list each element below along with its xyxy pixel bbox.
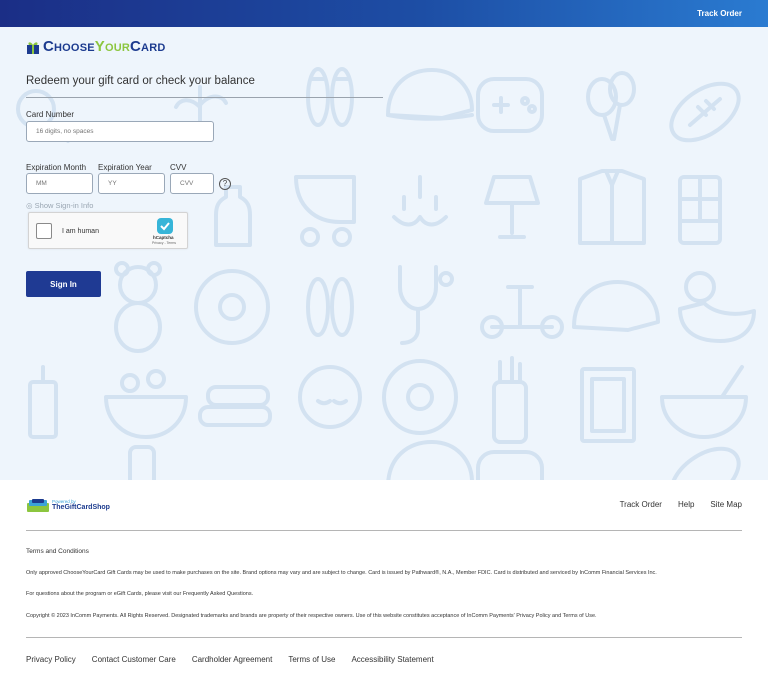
golf-bag-icon	[492, 356, 528, 444]
captcha-label: I am human	[62, 228, 99, 235]
show-signin-info-link[interactable]: ◎ Show Sign-in Info	[26, 201, 93, 210]
stroller-icon	[294, 175, 356, 247]
captcha-widget: I am human hCaptcha Privacy - Terms	[28, 212, 188, 249]
exp-year-field[interactable]	[98, 173, 165, 194]
duck-icon	[678, 271, 756, 343]
frame-icon	[580, 367, 636, 443]
top-bar: Track Order	[0, 0, 768, 27]
shirt-icon	[578, 169, 646, 245]
sign-in-button[interactable]: Sign In	[26, 271, 101, 297]
footer-divider-top	[26, 530, 742, 531]
gamepad-icon	[476, 77, 544, 133]
headline-divider	[26, 97, 383, 98]
show-signin-info-label: Show Sign-in Info	[34, 201, 94, 210]
hero-section: Choose Your Card Redeem your gift card or …	[0, 27, 768, 480]
page-headline: Redeem your gift card or check your bala…	[26, 75, 255, 87]
donut-icon-2	[382, 359, 458, 435]
gift-card-shop-icon	[27, 499, 49, 512]
card-number-label: Card Number	[26, 110, 75, 119]
exp-month-input[interactable]	[36, 180, 92, 187]
captcha-checkbox[interactable]	[36, 223, 52, 239]
chocolate-icon	[678, 175, 722, 245]
spa-face-icon	[298, 365, 362, 429]
track-order-link[interactable]: Track Order	[697, 9, 742, 18]
candle-icon	[28, 365, 58, 439]
footer-divider-bottom	[26, 637, 742, 638]
scooter-icon	[480, 285, 564, 339]
copyright-text: Copyright © 2023 InComm Payments. All Ri…	[26, 613, 597, 619]
footer-help-link[interactable]: Help	[678, 500, 694, 509]
exp-year-label: Expiration Year	[98, 163, 152, 172]
balloons-icon	[586, 71, 636, 141]
exp-year-input[interactable]	[108, 180, 164, 187]
brand-part-card: Card	[130, 38, 166, 55]
football-icon	[669, 81, 741, 143]
card-number-field[interactable]	[26, 121, 214, 142]
cvv-help-icon[interactable]: ?	[219, 178, 231, 190]
footer-bottom-links: Privacy Policy Contact Customer Care Car…	[26, 655, 434, 664]
footer: Powered by TheGiftCardShop Track Order H…	[0, 480, 768, 682]
contact-customer-care-link[interactable]: Contact Customer Care	[92, 655, 176, 664]
cardholder-agreement-link[interactable]: Cardholder Agreement	[192, 655, 273, 664]
salad-bowl-icon	[104, 369, 188, 439]
privacy-policy-link[interactable]: Privacy Policy	[26, 655, 76, 664]
captcha-privacy-terms[interactable]: Privacy - Terms	[152, 241, 176, 245]
football-icon-2	[669, 446, 741, 480]
cap-icon-3	[386, 440, 474, 480]
cvv-label: CVV	[170, 163, 187, 172]
card-number-input[interactable]	[36, 128, 213, 135]
donut-icon	[194, 269, 270, 345]
terms-text: Only approved ChooseYourCard Gift Cards …	[26, 570, 657, 576]
cvv-input[interactable]	[180, 180, 213, 187]
lamp-icon	[484, 175, 540, 239]
towels-icon	[198, 385, 272, 427]
stethoscope-icon	[398, 265, 454, 345]
gift-icon	[27, 41, 39, 54]
terms-of-use-link[interactable]: Terms of Use	[288, 655, 335, 664]
exp-month-field[interactable]	[26, 173, 93, 194]
cap-icon	[386, 68, 474, 121]
footer-top-links: Track Order Help Site Map	[620, 500, 742, 509]
mortar-pestle-icon	[660, 365, 748, 439]
footer-site-map-link[interactable]: Site Map	[710, 500, 742, 509]
cap-icon-2	[572, 280, 660, 332]
hcaptcha-logo-icon	[157, 218, 173, 234]
radio-icon: ◎	[26, 201, 35, 210]
gamepad-icon-2	[476, 450, 544, 480]
bowling-pins-icon-2	[306, 277, 354, 337]
footer-track-order-link[interactable]: Track Order	[620, 500, 662, 509]
accessibility-statement-link[interactable]: Accessibility Statement	[351, 655, 433, 664]
teddy-bear-icon	[114, 261, 162, 353]
cvv-field[interactable]	[170, 173, 214, 194]
gift-card-shop-name: TheGiftCardShop	[52, 504, 110, 511]
bottle-icon	[214, 185, 252, 247]
chandelier-icon	[392, 175, 448, 227]
exp-month-label: Expiration Month	[26, 163, 87, 172]
faq-text: For questions about the program or eGift…	[26, 591, 254, 597]
brand-part-choose: Choose	[43, 38, 95, 55]
baby-bottle-icon	[128, 445, 156, 480]
brand-logo[interactable]: Choose Your Card	[26, 38, 165, 55]
captcha-brand: hCaptcha	[153, 235, 174, 240]
brand-part-your: Your	[94, 38, 131, 55]
background-pattern	[16, 67, 756, 480]
terms-title: Terms and Conditions	[26, 548, 89, 555]
